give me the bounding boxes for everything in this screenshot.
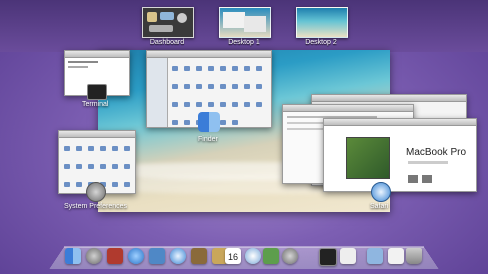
finder-icon [198,112,220,132]
finder-label: Finder [198,136,218,143]
finder-icon[interactable] [65,248,81,264]
sysprefs-label: System Preferences [64,203,128,210]
space-dashboard[interactable] [142,7,194,38]
safari-window-front[interactable]: MacBook Pro [323,118,477,192]
space-label-desktop-2: Desktop 2 [305,39,337,46]
space-desktop-1[interactable] [219,7,271,38]
safari-icon [371,182,391,202]
space-label-dashboard: Dashboard [149,39,185,46]
terminal-icon [87,84,107,100]
safari-label: Safari [370,203,389,210]
documents-icon[interactable] [388,248,404,264]
system-preferences-icon[interactable] [282,248,298,264]
dock: 16 [65,248,425,268]
safari-icon[interactable] [170,248,186,264]
address-book-icon[interactable] [191,248,207,264]
terminal-icon[interactable] [319,248,337,266]
calendar-icon[interactable]: 16 [225,248,241,264]
mail-icon[interactable] [245,248,261,264]
space-desktop-2[interactable] [296,7,348,38]
calendar-day: 16 [227,252,238,262]
preview-icon[interactable] [149,248,165,264]
space-label-desktop-1: Desktop 1 [228,39,260,46]
system-preferences-icon [86,182,106,202]
app-store-icon[interactable] [128,248,144,264]
terminal-label: Terminal [82,101,109,108]
launchpad-icon[interactable] [86,248,102,264]
trash-icon[interactable] [406,248,422,264]
downloads-icon[interactable] [367,248,383,264]
photo-booth-icon[interactable] [107,248,123,264]
safari-heading: MacBook Pro [406,147,467,158]
textedit-icon[interactable] [340,248,356,264]
photos-icon[interactable] [263,248,279,264]
